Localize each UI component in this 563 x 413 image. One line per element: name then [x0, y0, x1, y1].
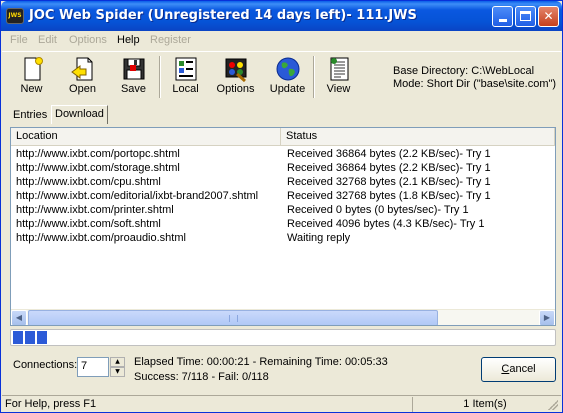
row-location: http://www.ixbt.com/soft.shtml [16, 218, 161, 230]
tab-entries[interactable]: Entries [10, 107, 50, 125]
download-progress-bar [10, 329, 556, 346]
row-status: Received 32768 bytes (2.1 KB/sec)- Try 1 [287, 176, 491, 188]
chevron-down-icon: ▼ [115, 368, 120, 375]
menu-register[interactable]: Register [150, 34, 191, 46]
update-globe-icon [275, 56, 301, 82]
view-page-icon [326, 56, 352, 82]
row-location: http://www.ixbt.com/portopc.shtml [16, 148, 180, 160]
item-count: 1 Item(s) [412, 397, 557, 412]
row-status: Received 0 bytes (0 bytes/sec)- Try 1 [287, 204, 469, 216]
open-document-icon [70, 56, 96, 82]
table-row[interactable]: http://www.ixbt.com/cpu.shtml Received 3… [11, 175, 555, 189]
options-button[interactable]: Options [213, 54, 258, 100]
row-location: http://www.ixbt.com/editorial/ixbt-brand… [16, 190, 259, 202]
minimize-icon [498, 19, 507, 22]
close-icon: ✕ [543, 9, 554, 23]
column-status[interactable]: Status [281, 128, 555, 146]
status-bar: For Help, press F1 1 Item(s) [2, 395, 561, 412]
close-button[interactable]: ✕ [538, 6, 559, 27]
horizontal-scrollbar[interactable]: ◀ ▶ [11, 309, 555, 325]
table-row[interactable]: http://www.ixbt.com/proaudio.shtml Waiti… [11, 231, 555, 245]
menu-options[interactable]: Options [69, 34, 107, 46]
options-palette-icon [223, 56, 249, 83]
open-button[interactable]: Open [60, 54, 105, 100]
save-button[interactable]: Save [111, 54, 156, 100]
connections-increment-button[interactable]: ▲ [110, 357, 125, 367]
window-title: JOC Web Spider (Unregistered 14 days lef… [29, 8, 417, 23]
maximize-button[interactable] [515, 6, 536, 27]
new-button[interactable]: New [9, 54, 54, 100]
resize-grip-icon[interactable] [548, 400, 558, 410]
local-button[interactable]: Local [163, 54, 208, 100]
app-window: JWS JOC Web Spider (Unregistered 14 days… [0, 0, 563, 413]
row-status: Received 4096 bytes (4.3 KB/sec)- Try 1 [287, 218, 485, 230]
chevron-right-icon: ▶ [543, 313, 551, 322]
save-label: Save [120, 83, 147, 95]
base-directory: Base Directory: C:\WebLocal [393, 65, 535, 77]
row-location: http://www.ixbt.com/cpu.shtml [16, 176, 161, 188]
update-button[interactable]: Update [265, 54, 310, 100]
download-list[interactable]: Location Status http://www.ixbt.com/port… [10, 127, 556, 326]
menu-help[interactable]: Help [117, 34, 140, 46]
row-status: Received 36864 bytes (2.2 KB/sec)- Try 1 [287, 148, 491, 160]
view-button[interactable]: View [316, 54, 361, 100]
menu-bar: File Edit Options Help Register [2, 31, 561, 50]
list-header: Location Status [11, 128, 555, 146]
time-stats: Elapsed Time: 00:00:21 - Remaining Time:… [134, 356, 388, 368]
table-row[interactable]: http://www.ixbt.com/portopc.shtml Receiv… [11, 147, 555, 161]
base-mode: Mode: Short Dir ("base\site.com") [393, 78, 557, 90]
cancel-label: ancel [509, 363, 536, 375]
local-files-icon [173, 56, 199, 82]
connections-label: Connections: [13, 359, 78, 371]
scroll-right-button[interactable]: ▶ [539, 310, 555, 325]
list-rows: http://www.ixbt.com/portopc.shtml Receiv… [11, 147, 555, 245]
view-label: View [326, 83, 351, 95]
open-label: Open [69, 83, 96, 95]
toolbar-separator [159, 56, 161, 98]
scroll-grip-icon [229, 315, 238, 322]
table-row[interactable]: http://www.ixbt.com/editorial/ixbt-brand… [11, 189, 555, 203]
table-row[interactable]: http://www.ixbt.com/soft.shtml Received … [11, 217, 555, 231]
row-location: http://www.ixbt.com/proaudio.shtml [16, 232, 186, 244]
toolbar-separator [313, 56, 315, 98]
base-info: Base Directory: C:\WebLocal Mode: Short … [393, 65, 556, 91]
table-row[interactable]: http://www.ixbt.com/printer.shtml Receiv… [11, 203, 555, 217]
chevron-up-icon: ▲ [115, 358, 120, 365]
column-location[interactable]: Location [11, 128, 281, 146]
row-status: Waiting reply [287, 232, 351, 244]
maximize-icon [520, 11, 531, 21]
row-status: Received 32768 bytes (1.8 KB/sec)- Try 1 [287, 190, 491, 202]
chevron-left-icon: ◀ [15, 313, 23, 322]
menu-file[interactable]: File [10, 34, 28, 46]
minimize-button[interactable] [492, 6, 513, 27]
result-stats: Success: 7/118 - Fail: 0/118 [134, 371, 269, 383]
row-status: Received 36864 bytes (2.2 KB/sec)- Try 1 [287, 162, 491, 174]
update-label: Update [269, 83, 306, 95]
title-bar[interactable]: JWS JOC Web Spider (Unregistered 14 days… [1, 1, 562, 31]
scroll-thumb[interactable] [28, 310, 438, 325]
scroll-left-button[interactable]: ◀ [11, 310, 27, 325]
download-stats: Elapsed Time: 00:00:21 - Remaining Time:… [134, 355, 388, 385]
connections-input[interactable]: 7 [77, 357, 109, 377]
new-document-icon [19, 56, 45, 82]
row-location: http://www.ixbt.com/storage.shtml [16, 162, 180, 174]
menu-edit[interactable]: Edit [38, 34, 57, 46]
help-status: For Help, press F1 [5, 398, 97, 410]
cancel-button[interactable]: Cancel [481, 357, 556, 382]
progress-block [13, 331, 23, 344]
tab-download[interactable]: Download [51, 105, 108, 124]
row-location: http://www.ixbt.com/printer.shtml [16, 204, 174, 216]
progress-block [25, 331, 35, 344]
options-label: Options [216, 83, 255, 95]
progress-block [37, 331, 47, 344]
connections-decrement-button[interactable]: ▼ [110, 367, 125, 377]
table-row[interactable]: http://www.ixbt.com/storage.shtml Receiv… [11, 161, 555, 175]
save-disk-icon [121, 56, 147, 82]
local-label: Local [172, 83, 199, 95]
new-label: New [20, 83, 43, 95]
app-icon[interactable]: JWS [6, 8, 24, 24]
